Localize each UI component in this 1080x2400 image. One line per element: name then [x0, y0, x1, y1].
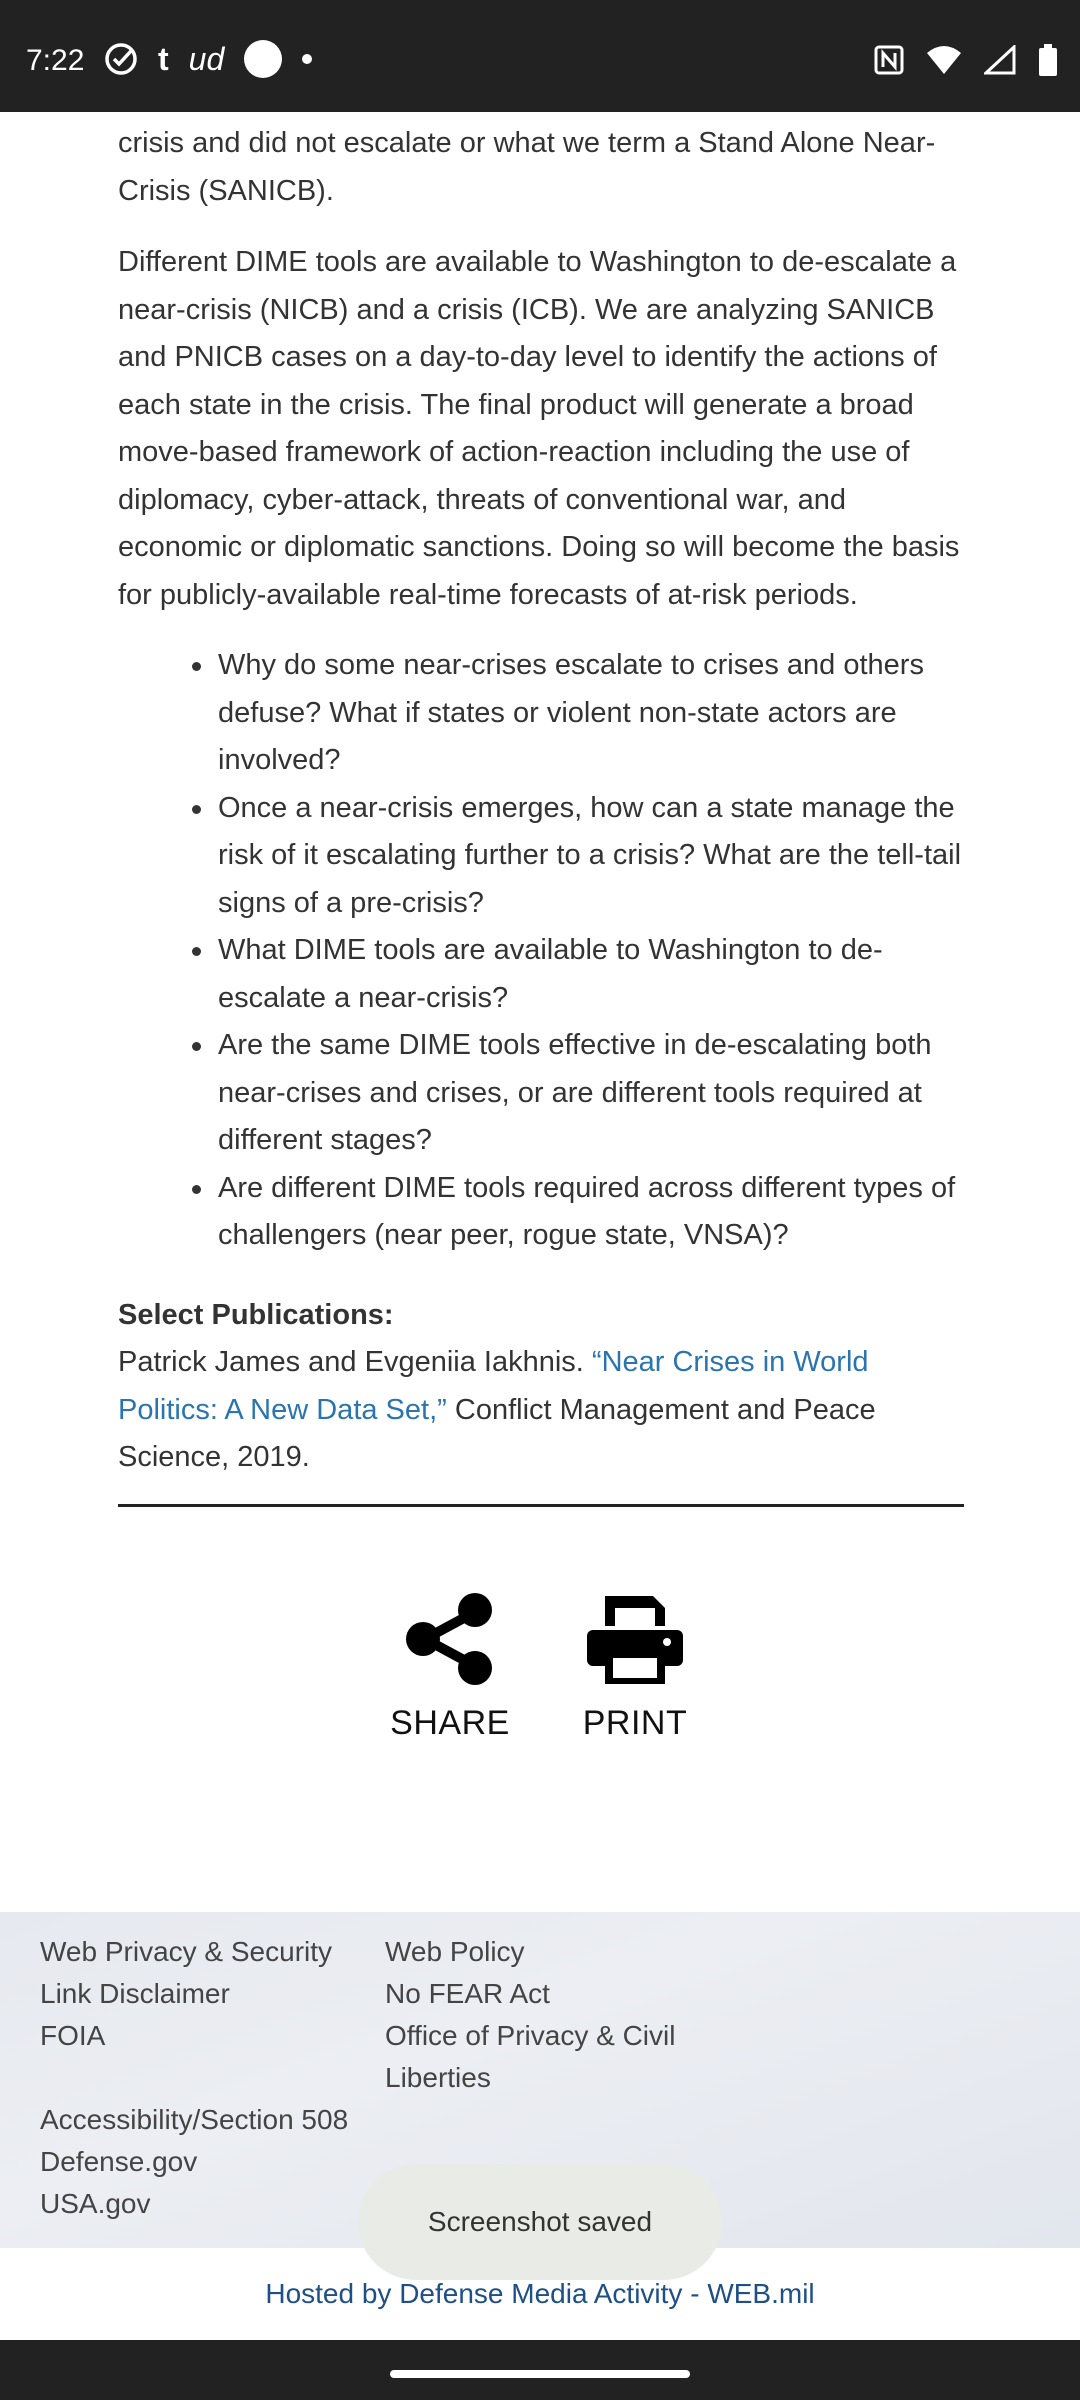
publication-authors: Patrick James and Evgeniia Iakhnis. — [118, 1346, 592, 1378]
footer-link-web-privacy[interactable]: Web Privacy & Security — [40, 1931, 332, 1973]
print-button[interactable]: PRINT — [570, 1592, 700, 1743]
list-item: Are the same DIME tools effective in de-… — [118, 1022, 968, 1165]
footer-link-no-fear[interactable]: No FEAR Act — [385, 1973, 550, 2015]
check-circle-icon — [105, 43, 137, 75]
screenshot-toast: Screenshot saved — [358, 2164, 722, 2280]
footer-link-usa-gov[interactable]: USA.gov — [40, 2183, 151, 2225]
print-label: PRINT — [582, 1704, 688, 1742]
publications-heading: Select Publications: — [118, 1299, 394, 1331]
system-icons — [874, 44, 1058, 76]
print-icon — [587, 1596, 683, 1684]
footer-link-privacy-office-cont[interactable]: Liberties — [385, 2057, 491, 2099]
footer-link-defense-gov[interactable]: Defense.gov — [40, 2141, 197, 2183]
nfc-icon — [874, 45, 904, 75]
status-time: 7:22 — [26, 44, 85, 77]
footer-link-privacy-office[interactable]: Office of Privacy & Civil — [385, 2015, 675, 2057]
navigation-bar — [0, 2340, 1080, 2400]
article-paragraph: crisis and did not escalate or what we t… — [118, 127, 936, 207]
notification-icons: t ud — [104, 40, 313, 78]
tumblr-icon: t — [158, 41, 169, 77]
home-gesture-handle[interactable] — [390, 2370, 690, 2378]
share-button[interactable]: SHARE — [380, 1592, 520, 1743]
share-label: SHARE — [390, 1704, 510, 1742]
dot-icon — [302, 54, 313, 64]
footer-link-web-policy[interactable]: Web Policy — [385, 1931, 525, 1973]
research-questions-list: Why do some near-crises escalate to cris… — [118, 642, 968, 1260]
publication-citation: Patrick James and Evgeniia Iakhnis. “Nea… — [118, 1339, 968, 1482]
article-paragraph: Different DIME tools are available to Wa… — [118, 246, 960, 611]
signal-icon — [984, 45, 1016, 75]
footer-link-accessibility[interactable]: Accessibility/Section 508 — [40, 2099, 348, 2141]
footer-link-disclaimer[interactable]: Link Disclaimer — [40, 1973, 230, 2015]
battery-icon — [1039, 44, 1057, 76]
footer-link-foia[interactable]: FOIA — [40, 2015, 105, 2057]
list-item: What DIME tools are available to Washing… — [118, 927, 968, 1022]
share-icon — [406, 1593, 492, 1685]
ud-icon: ud — [188, 41, 225, 77]
section-divider — [118, 1504, 964, 1507]
wifi-icon — [927, 46, 961, 74]
list-item: Are different DIME tools required across… — [118, 1165, 968, 1260]
list-item: Why do some near-crises escalate to cris… — [118, 642, 968, 785]
status-bar: 7:22 t ud — [0, 0, 1080, 112]
circle-icon — [244, 40, 283, 78]
list-item: Once a near-crisis emerges, how can a st… — [118, 785, 968, 928]
